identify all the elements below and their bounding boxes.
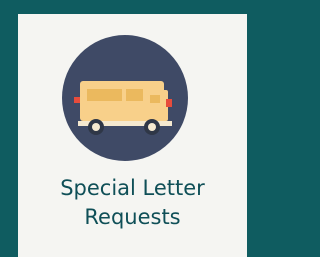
tile-label-line2: Requests: [84, 205, 181, 229]
tile-label-line1: Special Letter: [60, 176, 205, 200]
school-bus-icon-graphic: [74, 81, 172, 135]
school-bus-icon: [62, 35, 188, 161]
special-letter-requests-tile[interactable]: Special Letter Requests: [18, 14, 247, 257]
tile-label: Special Letter Requests: [18, 174, 247, 232]
